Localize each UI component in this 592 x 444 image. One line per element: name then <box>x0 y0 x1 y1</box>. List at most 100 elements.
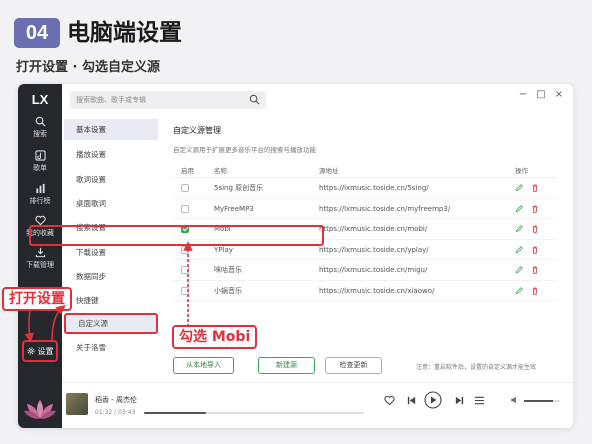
source-table: 启用 名称 源地址 操作 5sing 原创音乐 https://lxmusic.t… <box>173 164 557 301</box>
heart-icon <box>34 215 46 226</box>
edit-icon[interactable] <box>515 204 523 213</box>
edit-icon[interactable] <box>515 225 523 233</box>
row-actions <box>515 178 539 198</box>
download-icon <box>35 247 45 258</box>
settings-nav-item[interactable]: 桌面歌词 <box>64 193 158 214</box>
previous-icon[interactable] <box>406 395 417 406</box>
row-actions <box>515 199 539 219</box>
player-bar: 稻香 - 周杰伦 01:32 / 03:43 <box>62 382 573 428</box>
settings-nav-item[interactable]: 下载设置 <box>64 242 158 263</box>
settings-nav-item[interactable]: 基本设置 <box>64 119 158 140</box>
like-icon[interactable] <box>384 395 395 406</box>
edit-icon[interactable] <box>515 184 523 192</box>
table-header: 启用 名称 源地址 操作 <box>173 164 557 178</box>
app-window: LX 搜索 歌单 排行榜 我的收藏 下载管理 设置 搜索歌曲、歌手或专辑 − □… <box>18 84 573 428</box>
left-rail: LX 搜索 歌单 排行榜 我的收藏 下载管理 设置 <box>18 84 62 428</box>
settings-nav-item[interactable]: 歌词设置 <box>64 169 158 190</box>
step-subtitle: 打开设置 · 勾选自定义源 <box>16 60 160 75</box>
delete-icon[interactable] <box>531 205 539 213</box>
playlist-icon[interactable] <box>474 395 485 406</box>
source-name: 小蜗音乐 <box>214 286 242 295</box>
delete-icon[interactable] <box>531 287 539 295</box>
source-url: https://lxmusic.toside.cn/migu/ <box>319 266 428 274</box>
volume-fill <box>524 400 553 402</box>
settings-nav-item[interactable]: 关于洛雪 <box>64 337 158 358</box>
delete-icon[interactable] <box>531 184 539 192</box>
settings-nav: 基本设置播放设置歌词设置桌面歌词搜索设置下载设置数据同步快捷键 自定义源关于洛雪 <box>62 115 158 378</box>
source-url: https://lxmusic.toside.cn/myfreemp3/ <box>319 204 451 213</box>
check-update-button[interactable]: 检查更新 <box>325 357 382 374</box>
search-icon <box>35 116 46 127</box>
source-url: https://lxmusic.toside.cn/xiaowo/ <box>319 286 435 295</box>
song-title: 稻香 - 周杰伦 <box>95 396 137 404</box>
column-header-actions: 操作 <box>515 167 528 175</box>
next-icon[interactable] <box>454 395 465 406</box>
table-row: Mobi https://lxmusic.toside.cn/mobi/ <box>173 219 557 240</box>
row-actions <box>515 260 539 280</box>
table-row: 小蜗音乐 https://lxmusic.toside.cn/xiaowo/ <box>173 281 557 301</box>
delete-icon[interactable] <box>531 246 539 254</box>
rail-label: 歌单 <box>33 164 47 172</box>
search-placeholder: 搜索歌曲、歌手或专辑 <box>76 96 146 104</box>
volume-icon[interactable] <box>510 395 520 405</box>
rail-label: 我的收藏 <box>26 229 54 237</box>
edit-icon[interactable] <box>515 266 523 274</box>
callout-open-settings: 打开设置 <box>2 287 72 311</box>
column-header-enable: 启用 <box>181 167 194 175</box>
rail-label: 下载管理 <box>26 261 54 269</box>
rail-item-downloads[interactable]: 下载管理 <box>18 247 62 270</box>
search-icon[interactable] <box>249 94 260 105</box>
chart-icon <box>35 183 45 194</box>
delete-icon[interactable] <box>531 266 539 274</box>
album-cover[interactable] <box>66 393 88 415</box>
row-actions <box>515 240 539 260</box>
progress-bar[interactable] <box>144 412 364 414</box>
step-title: 电脑端设置 <box>67 20 182 46</box>
rail-label: 搜索 <box>33 130 47 138</box>
source-url: https://lxmusic.toside.cn/mobi/ <box>319 225 428 233</box>
enable-checkbox[interactable] <box>181 266 189 274</box>
edit-icon[interactable] <box>515 286 523 295</box>
rail-item-song-list[interactable]: 歌单 <box>18 150 62 173</box>
enable-checkbox[interactable] <box>181 204 189 213</box>
import-local-button[interactable]: 从本地导入 <box>173 357 234 374</box>
song-list-icon <box>34 150 46 161</box>
settings-nav-item[interactable]: 自定义源 <box>64 313 158 334</box>
maximize-icon[interactable]: □ <box>534 89 548 100</box>
rail-item-charts[interactable]: 排行榜 <box>18 183 62 206</box>
source-name: YPlay <box>214 245 233 254</box>
minimize-icon[interactable]: − <box>516 89 530 100</box>
search-input[interactable]: 搜索歌曲、歌手或专辑 <box>70 91 266 109</box>
callout-check-mobi: 勾选 Mobi <box>172 325 258 349</box>
close-icon[interactable]: × <box>552 89 566 100</box>
settings-nav-item[interactable]: 快捷键 <box>64 290 158 311</box>
rail-label: 排行榜 <box>29 197 51 205</box>
step-number-badge: 04 <box>14 18 60 48</box>
settings-button[interactable]: 设置 <box>22 340 58 362</box>
enable-checkbox[interactable] <box>181 184 189 192</box>
settings-nav-item[interactable]: 播放设置 <box>64 144 158 165</box>
section-description: 自定义源用于扩展更多音乐平台的搜索与播放功能 <box>173 146 316 154</box>
rail-item-favorites[interactable]: 我的收藏 <box>18 215 62 238</box>
play-icon[interactable] <box>424 391 442 409</box>
rail-item-search[interactable]: 搜索 <box>18 116 62 139</box>
gear-icon <box>27 347 34 355</box>
delete-icon[interactable] <box>531 225 539 233</box>
enable-checkbox[interactable] <box>181 225 189 233</box>
source-url: https://lxmusic.toside.cn/5sing/ <box>319 184 429 192</box>
table-row: 咪咕音乐 https://lxmusic.toside.cn/migu/ <box>173 260 557 281</box>
settings-label: 设置 <box>37 346 54 356</box>
lotus-logo-art <box>24 400 56 419</box>
section-title: 自定义源管理 <box>173 126 221 135</box>
settings-nav-item[interactable]: 数据同步 <box>64 266 158 287</box>
settings-nav-item[interactable]: 搜索设置 <box>64 217 158 238</box>
new-source-button[interactable]: 新建源 <box>258 357 315 374</box>
source-name: 咪咕音乐 <box>214 266 242 274</box>
enable-checkbox[interactable] <box>181 245 189 254</box>
table-row: MyFreeMP3 https://lxmusic.toside.cn/myfre… <box>173 199 557 219</box>
enable-checkbox[interactable] <box>181 286 189 295</box>
edit-icon[interactable] <box>515 245 523 254</box>
progress-fill <box>144 412 206 414</box>
source-url: https://lxmusic.toside.cn/yplay/ <box>319 245 429 254</box>
volume-slider[interactable] <box>524 400 560 402</box>
